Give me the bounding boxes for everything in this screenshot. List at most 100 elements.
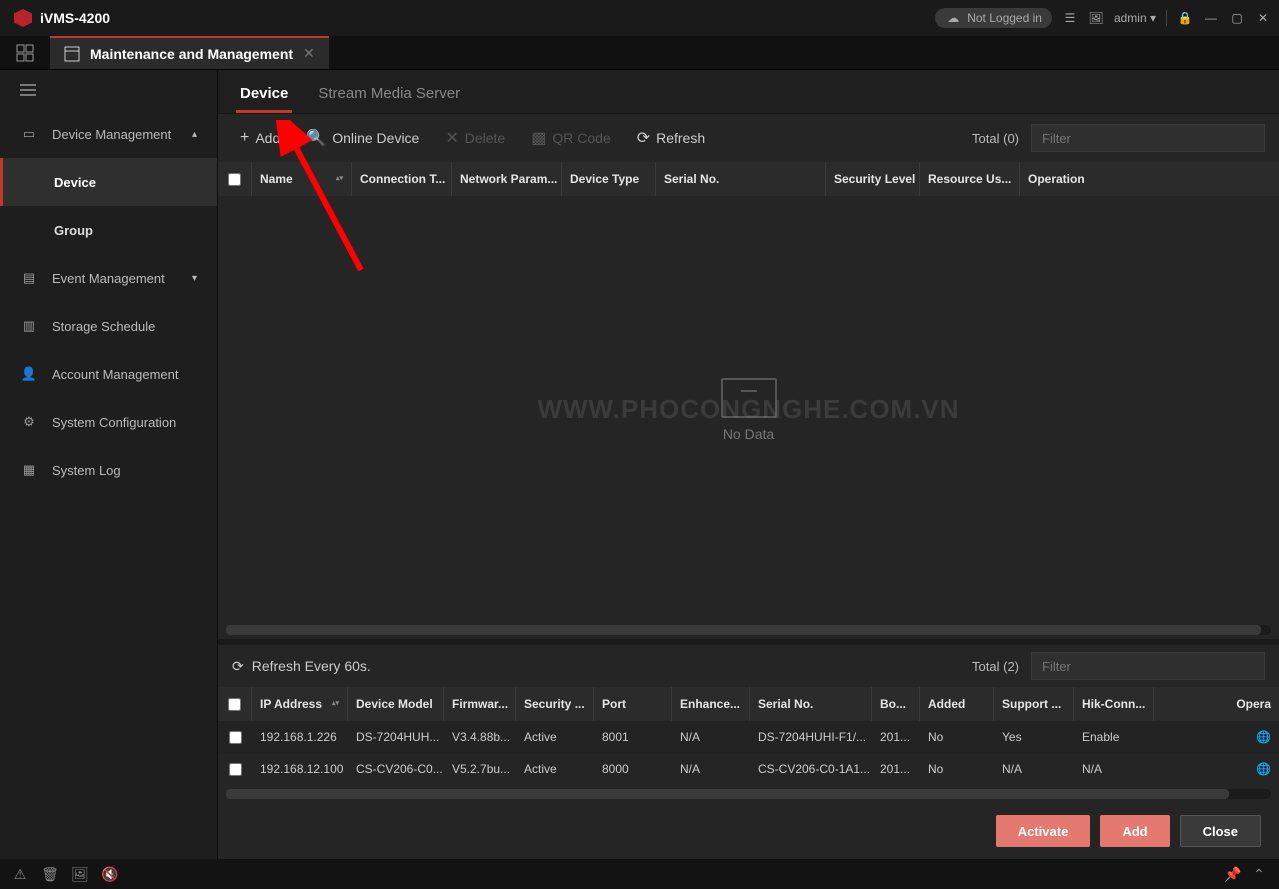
login-status-pill[interactable]: ☁ Not Logged in [935,8,1052,28]
action-buttons-row: Activate Add Close [218,803,1279,859]
sidebar-item-group[interactable]: Group [0,206,217,254]
cell-added: No [920,721,994,753]
online-devices-panel: ⟳Refresh Every 60s. Total (2) IP Address… [218,639,1279,859]
col-network[interactable]: Network Param... [452,162,562,196]
col-operation-lower[interactable]: Opera [1154,687,1279,721]
sidebar-label: System Log [52,463,121,478]
cell-firmware: V3.4.88b... [444,721,516,753]
device-table-scrollbar[interactable] [226,625,1271,635]
sidebar-label: Device [54,175,96,190]
user-menu[interactable]: admin ▾ [1114,11,1156,25]
close-button[interactable]: Close [1180,815,1261,847]
trash-icon[interactable]: 🗑 [42,866,58,882]
col-added[interactable]: Added [920,687,994,721]
sidebar-item-device-management[interactable]: ▭ Device Management ▴ [0,110,217,158]
qr-code-button[interactable]: ▩QR Code [523,124,618,152]
online-table-header: IP Address▴▾ Device Model Firmwar... Sec… [218,687,1279,721]
col-operation[interactable]: Operation [1020,162,1279,196]
storage-icon: ▥ [20,318,38,334]
cell-boot: 201... [872,721,920,753]
mute-icon[interactable]: 🔇 [102,866,118,882]
col-device-type[interactable]: Device Type [562,162,656,196]
cell-security: Active [516,721,594,753]
sidebar-item-account-management[interactable]: 👤 Account Management [0,350,217,398]
online-total-label: Total (2) [972,659,1019,674]
col-hik[interactable]: Hik-Conn... [1074,687,1154,721]
image-icon[interactable]: 🖼 [1088,10,1104,26]
close-icon[interactable]: ✕ [1255,10,1271,26]
col-boot[interactable]: Bo... [872,687,920,721]
sidebar-item-system-configuration[interactable]: ⚙ System Configuration [0,398,217,446]
row-checkbox[interactable] [218,753,252,785]
main-panel: Device Stream Media Server +Add 🔍Online … [218,70,1279,859]
table-row[interactable]: 192.168.12.100 CS-CV206-C0... V5.2.7bu..… [218,753,1279,785]
sidebar-toggle[interactable] [0,70,217,110]
cell-operation[interactable]: 🌐 [1154,753,1279,785]
sidebar-item-device[interactable]: Device [0,158,217,206]
collapse-icon[interactable]: ⌃ [1251,866,1267,882]
col-firmware[interactable]: Firmwar... [444,687,516,721]
col-port[interactable]: Port [594,687,672,721]
col-resource[interactable]: Resource Us... [920,162,1020,196]
plus-icon: + [240,129,249,147]
add-button[interactable]: +Add [232,125,288,151]
online-device-button[interactable]: 🔍Online Device [298,124,427,152]
col-security-lower[interactable]: Security ... [516,687,594,721]
sidebar-item-system-log[interactable]: ▦ System Log [0,446,217,494]
list-icon[interactable]: ☰ [1062,10,1078,26]
delete-label: Delete [465,130,505,146]
refresh-every-label: Refresh Every 60s. [252,658,371,674]
col-model[interactable]: Device Model [348,687,444,721]
sidebar-label: System Configuration [52,415,176,430]
minimize-icon[interactable]: — [1203,10,1219,26]
add-device-button[interactable]: Add [1100,815,1169,847]
table-row[interactable]: 192.168.1.226 DS-7204HUH... V3.4.88b... … [218,721,1279,753]
col-security[interactable]: Security Level [826,162,920,196]
pin-icon[interactable]: 📌 [1225,866,1241,882]
col-serial-lower[interactable]: Serial No. [750,687,872,721]
workspace-tab-active[interactable]: Maintenance and Management ✕ [50,36,329,69]
maximize-icon[interactable]: ▢ [1229,10,1245,26]
alert-icon[interactable]: ⚠ [12,866,28,882]
watermark-text: WWW.PHOCONGNGHE.COM.VN [537,394,959,425]
col-name[interactable]: Name▴▾ [252,162,352,196]
online-filter-input[interactable] [1031,652,1265,680]
sidebar-label: Storage Schedule [52,319,155,334]
workspace-tabbar: Maintenance and Management ✕ [0,36,1279,70]
col-ip[interactable]: IP Address▴▾ [252,687,348,721]
online-select-all[interactable] [218,687,252,721]
lock-icon[interactable]: 🔒 [1177,10,1193,26]
refresh-every-button[interactable]: ⟳Refresh Every 60s. [232,658,371,675]
app-name: iVMS-4200 [40,10,110,26]
subtab-device[interactable]: Device [236,75,292,113]
gear-icon: ⚙ [20,414,38,430]
sidebar-item-event-management[interactable]: ▤ Event Management ▾ [0,254,217,302]
home-tab[interactable] [0,36,50,69]
tab-close-icon[interactable]: ✕ [303,45,315,62]
sidebar-label: Event Management [52,271,165,286]
row-checkbox[interactable] [218,721,252,753]
online-table-scrollbar[interactable] [226,789,1271,799]
account-icon: 👤 [20,366,38,382]
activate-button[interactable]: Activate [996,815,1091,847]
globe-icon[interactable]: 🌐 [1256,762,1271,776]
globe-icon[interactable]: 🌐 [1256,730,1271,744]
cell-model: CS-CV206-C0... [348,753,444,785]
sidebar-item-storage-schedule[interactable]: ▥ Storage Schedule [0,302,217,350]
qr-icon: ▩ [531,128,546,148]
chevron-down-icon: ▾ [192,273,197,284]
cell-support: Yes [994,721,1074,753]
refresh-button[interactable]: ⟳Refresh [629,124,713,152]
delete-button[interactable]: ✕Delete [437,124,513,152]
cell-ip: 192.168.12.100 [252,753,348,785]
picture-icon[interactable]: 🖼 [72,866,88,882]
app-logo-icon [14,9,32,27]
col-enhanced[interactable]: Enhance... [672,687,750,721]
col-serial[interactable]: Serial No. [656,162,826,196]
filter-input[interactable] [1031,124,1265,152]
col-connection[interactable]: Connection T... [352,162,452,196]
cell-operation[interactable]: 🌐 [1154,721,1279,753]
col-support[interactable]: Support ... [994,687,1074,721]
select-all-checkbox[interactable] [218,162,252,196]
subtab-stream-media[interactable]: Stream Media Server [314,75,464,113]
